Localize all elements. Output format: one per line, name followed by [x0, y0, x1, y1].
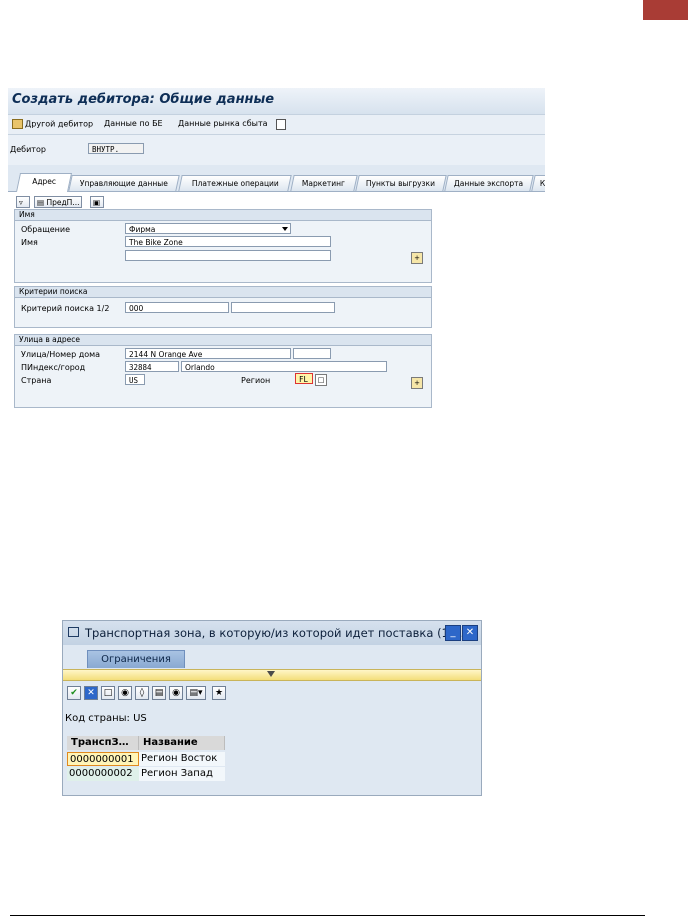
- column-header-zone[interactable]: ТранспЗ…: [67, 736, 139, 750]
- search-terms-group: Критерии поиска Критерий поиска 1/2 000: [14, 286, 432, 328]
- name-group-header: Имя: [15, 210, 431, 221]
- other-customer-label: Другой дебитор: [25, 119, 94, 129]
- expand-icon[interactable]: ▿: [16, 196, 30, 208]
- title-bar: Создать дебитора: Общие данные: [8, 88, 545, 115]
- customer-label: Дебитор: [10, 145, 46, 154]
- salutation-select[interactable]: Фирма: [125, 223, 291, 234]
- transport-zone-dialog: Транспортная зона, в которую/из которой …: [62, 620, 482, 796]
- street-address-header: Улица в адресе: [15, 335, 431, 346]
- tab-more[interactable]: К: [531, 175, 545, 191]
- country-code-label: Код страны: US: [65, 713, 147, 724]
- info-icon[interactable]: ◉: [169, 686, 183, 700]
- tab-export-data[interactable]: Данные экспорта: [444, 175, 534, 191]
- more-address-fields-icon[interactable]: +: [411, 377, 423, 389]
- confirm-check-icon[interactable]: ✔: [67, 686, 81, 700]
- tab-marketing[interactable]: Маркетинг: [290, 175, 358, 191]
- address-tab-panel: ▿ ▤ ПредП... ▣ Имя Обращение Фирма Имя T…: [8, 191, 545, 420]
- restrictions-area: Ограничения: [63, 645, 481, 669]
- footer-divider: [10, 915, 645, 916]
- country-field[interactable]: US: [125, 374, 145, 385]
- search-term1-field[interactable]: 000: [125, 302, 229, 313]
- name2-field[interactable]: [125, 250, 331, 261]
- create-customer-screen: Создать дебитора: Общие данные Другой де…: [8, 88, 545, 420]
- chevron-down-icon: [282, 227, 288, 231]
- street-field[interactable]: 2144 N Orange Ave: [125, 348, 291, 359]
- table-row-2-zone[interactable]: 0000000002: [67, 767, 139, 781]
- preview-button-label: ПредП...: [46, 198, 80, 207]
- table-row-1-zone[interactable]: 0000000001: [67, 752, 139, 766]
- international-versions-icon[interactable]: ▣: [90, 196, 104, 208]
- postal-city-label: ПИндекс/город: [21, 363, 86, 372]
- close-button[interactable]: ✕: [462, 625, 478, 641]
- house-number-field[interactable]: [293, 348, 331, 359]
- region-search-help-icon[interactable]: □: [315, 374, 327, 386]
- table-row-1-name[interactable]: Регион Восток: [139, 752, 225, 766]
- other-customer-button[interactable]: Другой дебитор: [12, 119, 93, 129]
- postal-code-field[interactable]: 32884: [125, 361, 179, 372]
- cancel-x-icon[interactable]: ✕: [84, 686, 98, 700]
- document-icon-button[interactable]: [276, 119, 286, 132]
- column-header-name[interactable]: Название: [139, 736, 225, 750]
- search-term-label: Критерий поиска 1/2: [21, 304, 110, 313]
- table-row-2-name[interactable]: Регион Запад: [139, 767, 225, 781]
- tab-control-data[interactable]: Управляющие данные: [68, 175, 180, 191]
- tab-strip: Адрес Управляющие данные Платежные опера…: [8, 173, 545, 192]
- tab-restrictions[interactable]: Ограничения: [87, 650, 185, 668]
- preview-button[interactable]: ▤ ПредП...: [34, 196, 83, 208]
- sales-area-data-button[interactable]: Данные по БЕ: [104, 119, 163, 128]
- restrictions-toggle-bar[interactable]: [63, 669, 481, 681]
- more-fields-icon[interactable]: +: [411, 252, 423, 264]
- region-field[interactable]: FL: [295, 373, 313, 384]
- print-icon[interactable]: ▤▾: [186, 686, 206, 700]
- tab-address[interactable]: Адрес: [15, 173, 73, 192]
- application-toolbar: Другой дебитор Данные по БЕ Данные рынка…: [8, 115, 545, 135]
- personal-list-icon[interactable]: ★: [212, 686, 226, 700]
- city-field[interactable]: Orlando: [181, 361, 387, 372]
- name-group: Имя Обращение Фирма Имя The Bike Zone +: [14, 209, 432, 283]
- street-address-group: Улица в адресе Улица/Номер дома 2144 N O…: [14, 334, 432, 408]
- street-label: Улица/Номер дома: [21, 350, 101, 359]
- page-corner-marker: [643, 0, 688, 20]
- collapse-arrow-icon[interactable]: [267, 671, 275, 677]
- name-label: Имя: [21, 238, 38, 247]
- other-customer-icon: [12, 119, 23, 129]
- country-label: Страна: [21, 376, 52, 385]
- sales-market-data-button[interactable]: Данные рынка сбыта: [178, 119, 268, 128]
- results-area: Код страны: US ТранспЗ… Название 0000000…: [63, 709, 481, 795]
- printer-icon: ▤: [37, 198, 45, 207]
- search-terms-header: Критерии поиска: [15, 287, 431, 298]
- minimize-button[interactable]: _: [445, 625, 461, 641]
- name-field[interactable]: The Bike Zone: [125, 236, 331, 247]
- dialog-title-bar: Транспортная зона, в которую/из которой …: [63, 621, 481, 646]
- dialog-title: Транспортная зона, в которую/из которой …: [85, 626, 468, 640]
- tab-payment-transactions[interactable]: Платежные операции: [178, 175, 292, 191]
- tab-unloading-points[interactable]: Пункты выгрузки: [355, 175, 447, 191]
- salutation-label: Обращение: [21, 225, 71, 234]
- find-next-icon[interactable]: ◊: [135, 686, 149, 700]
- dialog-toolbar: ✔ ✕ □ ◉ ◊ ▤ ◉ ▤▾ ★: [63, 681, 481, 709]
- customer-row: Дебитор ВНУТР.: [8, 135, 545, 165]
- page-title: Создать дебитора: Общие данные: [12, 92, 275, 107]
- customer-field[interactable]: ВНУТР.: [88, 143, 144, 154]
- window-icon: [68, 627, 79, 637]
- sort-icon[interactable]: ▤: [152, 686, 166, 700]
- region-label: Регион: [241, 376, 271, 385]
- find-icon[interactable]: ◉: [118, 686, 132, 700]
- document-icon: [276, 119, 286, 130]
- search-term2-field[interactable]: [231, 302, 335, 313]
- new-document-icon[interactable]: □: [101, 686, 115, 700]
- salutation-value: Фирма: [129, 225, 156, 234]
